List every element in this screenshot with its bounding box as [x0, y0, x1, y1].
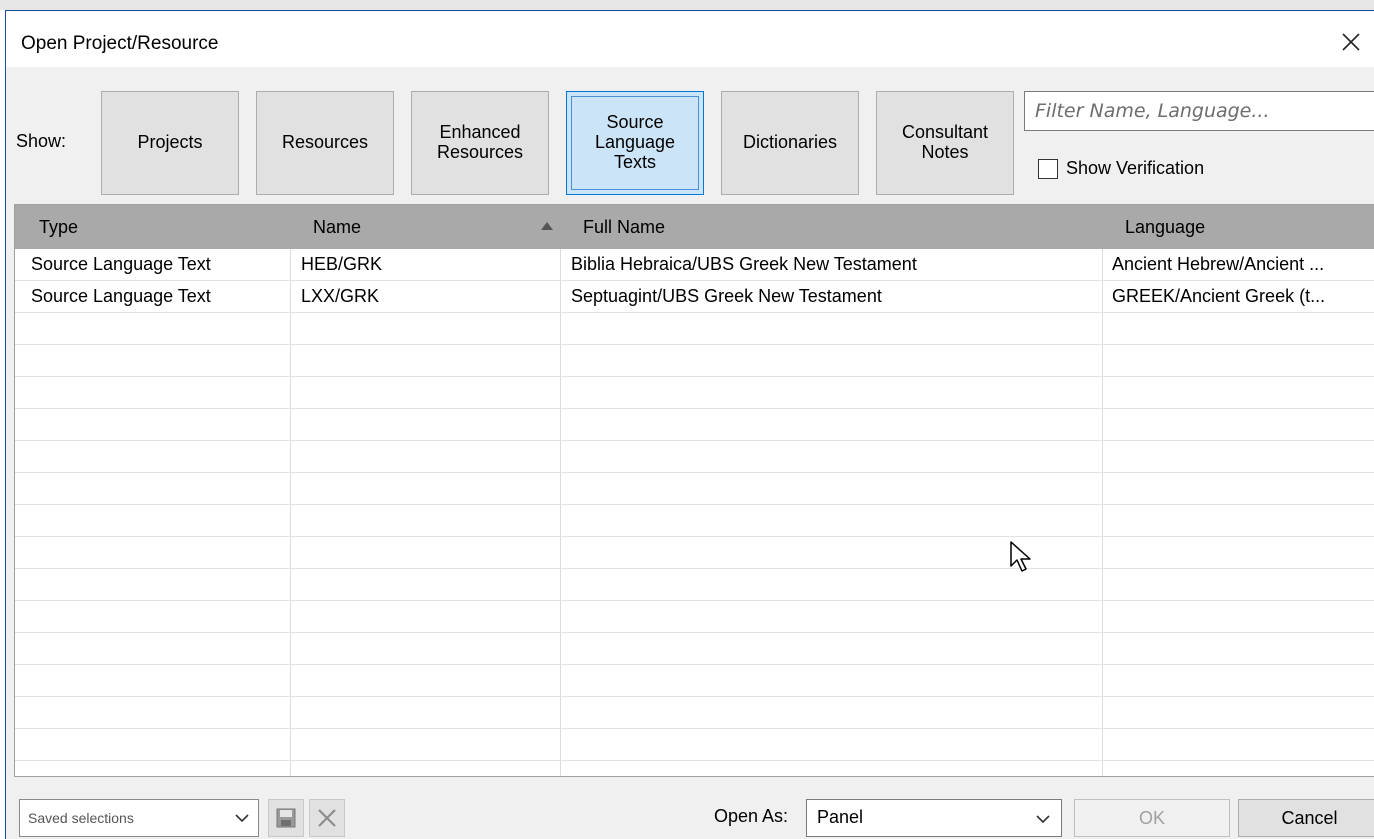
cell-full-name: Biblia Hebraica/UBS Greek New Testament [571, 254, 917, 274]
filter-input[interactable] [1024, 91, 1374, 131]
show-verification-toggle[interactable]: Show Verification [1038, 158, 1204, 179]
close-button[interactable] [1336, 27, 1366, 57]
sort-ascending-icon [541, 222, 553, 230]
empty-row [15, 441, 1374, 473]
chevron-down-icon [1036, 815, 1050, 824]
delete-icon [318, 809, 336, 827]
delete-selection-button[interactable] [309, 799, 345, 837]
cell-name: HEB/GRK [301, 254, 383, 274]
dialog-title: Open Project/Resource [21, 33, 219, 54]
grid-header: Type Name Full Name Language [15, 205, 1374, 249]
enhanced-resources-button[interactable]: Enhanced Resources [411, 91, 549, 195]
cell-language: GREEK/Ancient Greek (t... [1112, 286, 1326, 306]
open-project-dialog: Open Project/Resource Show: Projects Res… [5, 10, 1374, 839]
empty-row [15, 537, 1374, 569]
background-strip [0, 0, 1374, 10]
close-icon [1342, 33, 1360, 51]
save-selection-button[interactable] [268, 799, 304, 837]
empty-row [15, 409, 1374, 441]
empty-row [15, 569, 1374, 601]
cell-name: LXX/GRK [301, 286, 380, 306]
source-language-texts-button[interactable]: Source Language Texts [566, 91, 704, 195]
cell-type: Source Language Text [31, 286, 211, 306]
empty-row [15, 473, 1374, 505]
show-verification-label: Show Verification [1066, 158, 1205, 178]
empty-row [15, 665, 1374, 697]
saved-selections-dropdown[interactable]: Saved selections [19, 799, 259, 837]
empty-row [15, 729, 1374, 761]
empty-row [15, 633, 1374, 665]
empty-row [15, 601, 1374, 633]
cell-full-name: Septuagint/UBS Greek New Testament [571, 286, 882, 306]
empty-row [15, 377, 1374, 409]
column-header-language[interactable]: Language [1125, 217, 1205, 238]
cancel-button[interactable]: Cancel [1238, 799, 1374, 837]
chevron-down-icon [235, 814, 249, 823]
show-verification-checkbox[interactable] [1038, 158, 1058, 179]
save-icon [276, 808, 296, 828]
mouse-cursor-icon [1010, 541, 1031, 572]
column-header-name[interactable]: Name [313, 217, 361, 238]
empty-row [15, 697, 1374, 729]
cell-language: Ancient Hebrew/Ancient ... [1112, 254, 1325, 274]
saved-selections-text: Saved selections [28, 810, 134, 826]
open-as-dropdown[interactable]: Panel [806, 799, 1062, 837]
dictionaries-button[interactable]: Dictionaries [721, 91, 859, 195]
table-row[interactable]: Source Language Text LXX/GRK Septuagint/… [15, 281, 1374, 313]
resource-grid: Type Name Full Name Language Source Lang… [14, 204, 1374, 777]
empty-row [15, 505, 1374, 537]
open-as-label: Open As: [714, 806, 789, 826]
ok-button[interactable]: OK [1074, 799, 1230, 837]
projects-button[interactable]: Projects [101, 91, 239, 195]
consultant-notes-button[interactable]: Consultant Notes [876, 91, 1014, 195]
resources-button[interactable]: Resources [256, 91, 394, 195]
empty-row [15, 313, 1374, 345]
empty-row [15, 345, 1374, 377]
show-label: Show: [16, 131, 67, 151]
column-header-type[interactable]: Type [39, 217, 78, 238]
title-bar: Open Project/Resource [6, 11, 1374, 67]
column-header-full-name[interactable]: Full Name [583, 217, 665, 238]
table-row[interactable]: Source Language Text HEB/GRK Biblia Hebr… [15, 249, 1374, 281]
open-as-value: Panel [817, 807, 864, 827]
cell-type: Source Language Text [31, 254, 211, 274]
